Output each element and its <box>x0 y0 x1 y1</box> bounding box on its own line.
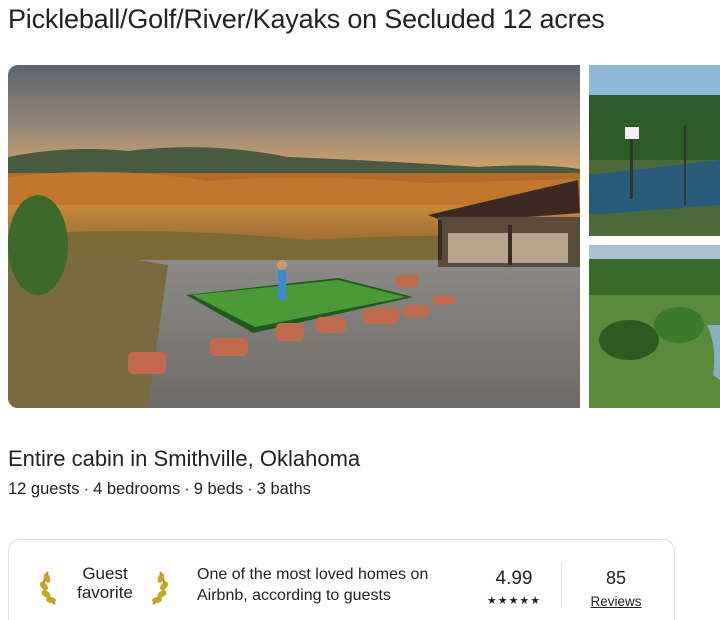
guest-favorite-line1: Guest <box>82 564 128 583</box>
laurel-left-icon <box>40 571 56 605</box>
photo-aerial[interactable] <box>589 245 720 408</box>
details-separator: · <box>83 480 90 498</box>
baths-count: 3 baths <box>256 480 311 498</box>
star-rating-icon: ★★★★★ <box>486 595 542 607</box>
divider <box>561 562 562 608</box>
listing-details: 12 guests · 4 bedrooms · 9 beds · 3 baths <box>8 480 311 499</box>
main-photo[interactable] <box>8 65 580 408</box>
photo-pickleball[interactable] <box>589 65 720 236</box>
details-separator: · <box>184 480 190 498</box>
guest-favorite-description: One of the most loved homes on Airbnb, a… <box>197 566 429 604</box>
rating-value: 4.99 <box>495 568 533 589</box>
guest-favorite-card[interactable]: Guest favorite One of the most loved hom… <box>8 539 675 620</box>
reviews-count: 85 <box>605 568 627 588</box>
reviews-link[interactable]: Reviews <box>581 594 651 609</box>
guest-favorite-line2: favorite <box>77 583 133 602</box>
listing-subtitle: Entire cabin in Smithville, Oklahoma <box>8 446 361 471</box>
reviews-block[interactable]: 85 Reviews <box>581 568 651 609</box>
beds-count: 9 beds <box>193 480 244 498</box>
bedrooms-count: 4 bedrooms <box>93 480 181 498</box>
main-photo-image <box>8 65 580 408</box>
laurel-right-icon <box>152 571 168 605</box>
details-separator: · <box>247 480 253 498</box>
listing-title: Pickleball/Golf/River/Kayaks on Secluded… <box>8 4 605 34</box>
aerial-photo-image <box>589 245 720 408</box>
rating-block: 4.99 ★★★★★ <box>474 568 554 607</box>
pickleball-photo-image <box>589 65 720 236</box>
guest-favorite-label: Guest favorite <box>65 564 145 602</box>
guests-count: 12 guests <box>8 480 80 498</box>
